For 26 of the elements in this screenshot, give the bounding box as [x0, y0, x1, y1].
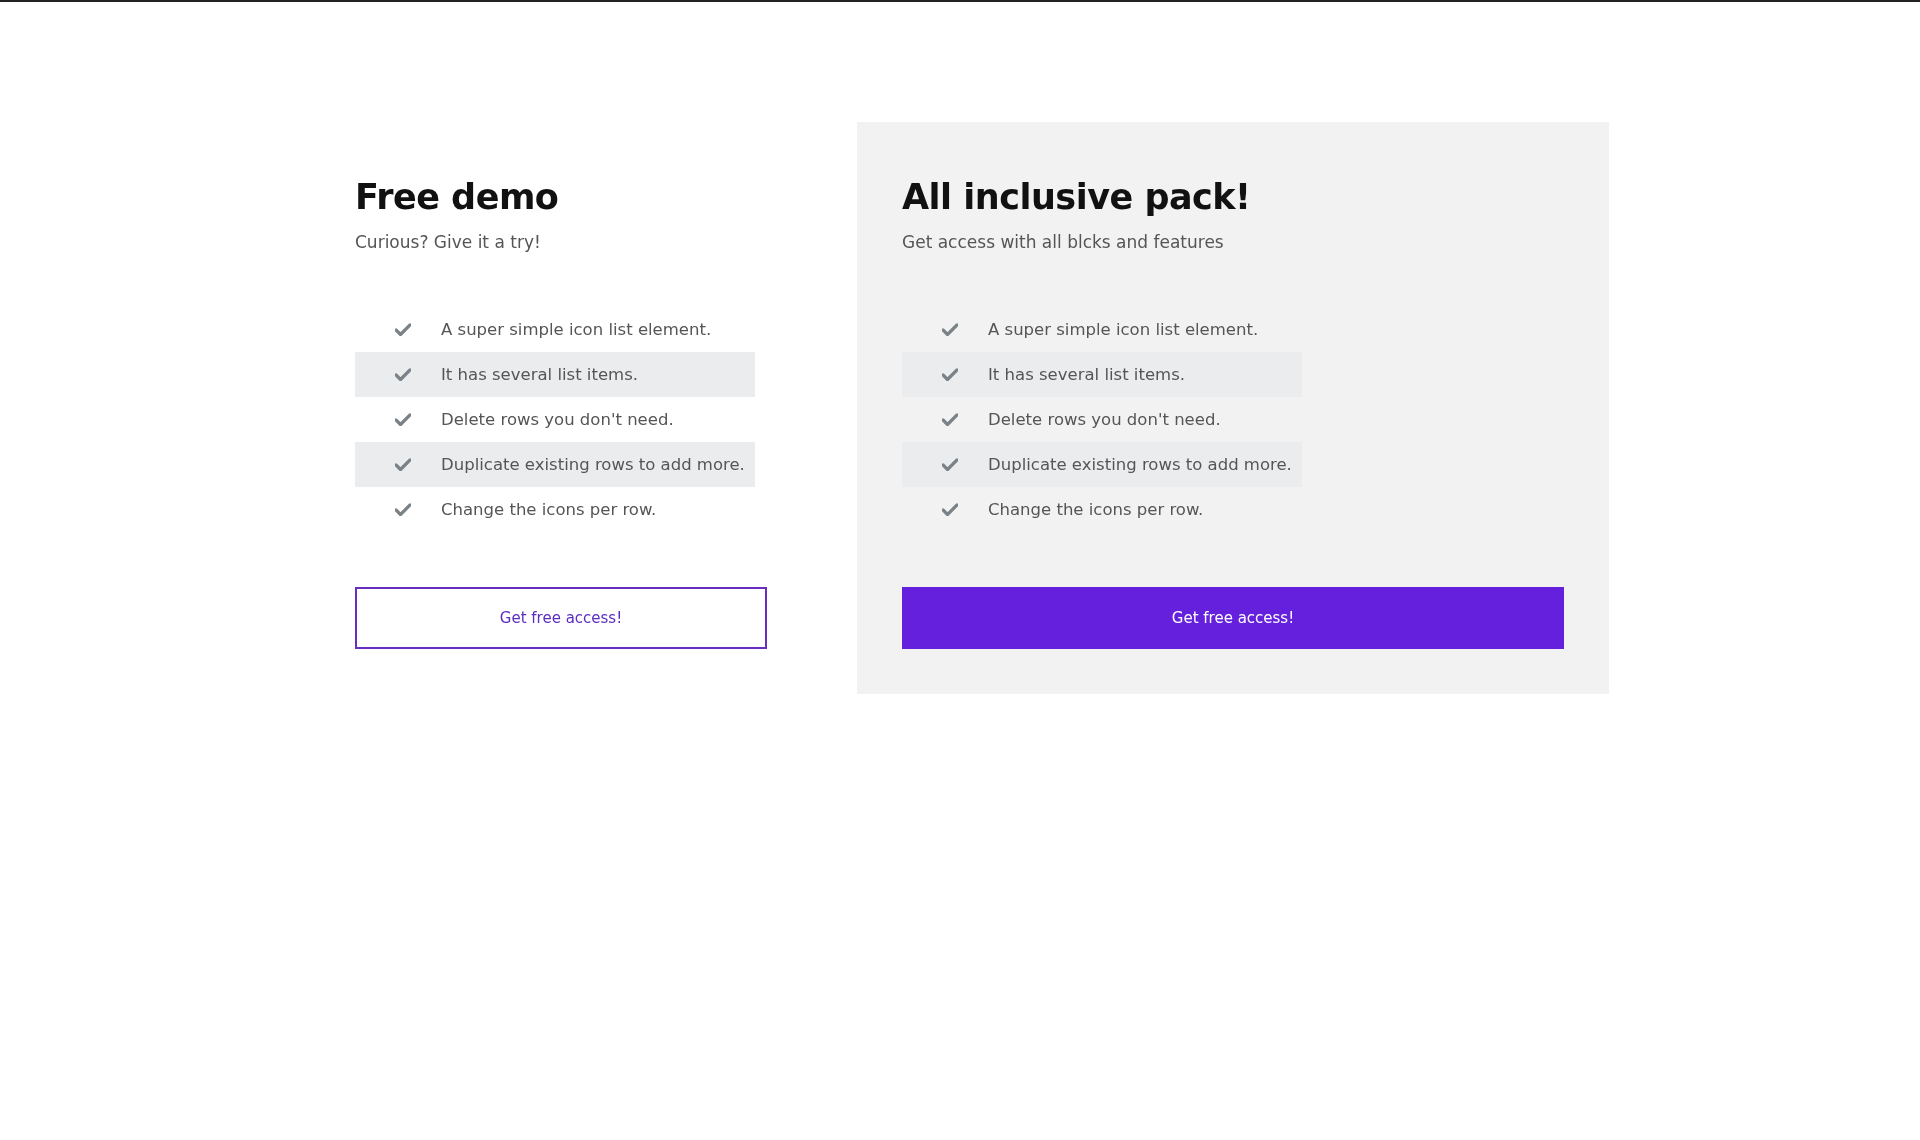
get-access-button[interactable]: Get free access!	[902, 587, 1564, 649]
feature-text: Change the icons per row.	[988, 500, 1204, 519]
check-icon	[942, 368, 958, 381]
feature-text: Duplicate existing rows to add more.	[988, 455, 1292, 474]
check-icon	[942, 323, 958, 336]
plan-title: Free demo	[355, 176, 560, 219]
check-icon	[395, 458, 411, 471]
check-icon	[395, 323, 411, 336]
check-icon	[395, 368, 411, 381]
check-icon	[395, 413, 411, 426]
feature-text: A super simple icon list element.	[441, 320, 712, 339]
feature-text: Delete rows you don't need.	[441, 410, 674, 429]
plan-title: All inclusive pack!	[902, 176, 1252, 219]
plan-subtitle: Curious? Give it a try!	[355, 231, 542, 254]
check-icon	[942, 413, 958, 426]
feature-text: Change the icons per row.	[441, 500, 657, 519]
feature-text: Delete rows you don't need.	[988, 410, 1221, 429]
check-icon	[942, 503, 958, 516]
get-access-button[interactable]: Get free access!	[355, 587, 767, 649]
feature-text: It has several list items.	[441, 365, 638, 384]
plan-subtitle: Get access with all blcks and features	[902, 231, 1225, 254]
feature-text: A super simple icon list element.	[988, 320, 1259, 339]
check-icon	[942, 458, 958, 471]
feature-text: It has several list items.	[988, 365, 1185, 384]
check-icon	[395, 503, 411, 516]
feature-text: Duplicate existing rows to add more.	[441, 455, 745, 474]
